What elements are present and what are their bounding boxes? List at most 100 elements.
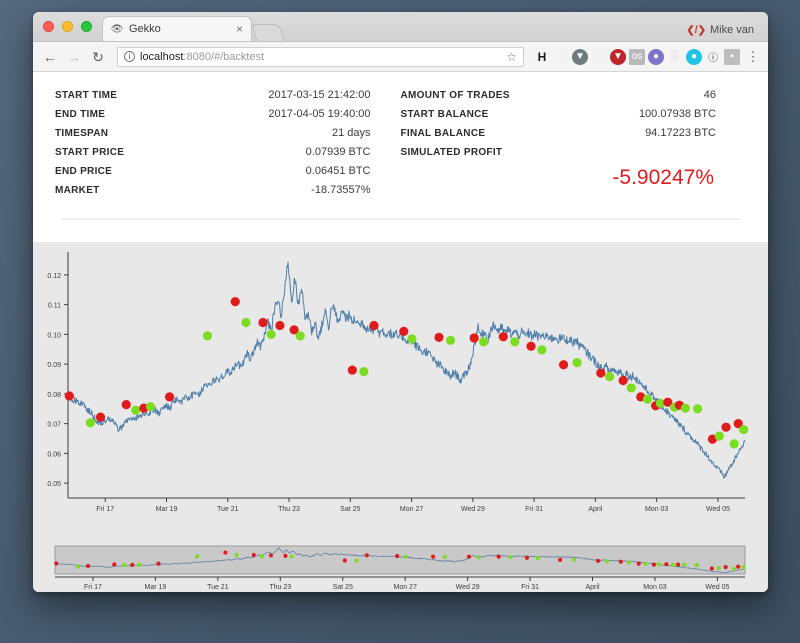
- pocket-extension-icon[interactable]: ▼: [572, 48, 588, 65]
- os-extension-icon[interactable]: os: [629, 48, 645, 65]
- sell-marker[interactable]: [596, 368, 606, 378]
- buy-marker[interactable]: [682, 562, 687, 567]
- buy-marker[interactable]: [266, 329, 276, 339]
- sell-marker[interactable]: [709, 566, 714, 571]
- page-info-icon[interactable]: i: [124, 51, 135, 62]
- cyan-circle-extension-icon[interactable]: ●: [686, 48, 702, 65]
- buy-marker[interactable]: [694, 562, 699, 568]
- buy-marker[interactable]: [571, 557, 576, 562]
- sell-marker[interactable]: [112, 562, 117, 567]
- sell-marker[interactable]: [496, 554, 501, 559]
- sell-marker[interactable]: [595, 558, 601, 563]
- buy-marker[interactable]: [535, 556, 541, 561]
- buy-marker[interactable]: [626, 383, 636, 393]
- buy-marker[interactable]: [537, 345, 547, 355]
- buy-marker[interactable]: [572, 358, 582, 368]
- sell-marker[interactable]: [675, 562, 681, 567]
- buy-marker[interactable]: [508, 555, 513, 560]
- sell-marker[interactable]: [223, 550, 228, 555]
- sell-marker[interactable]: [95, 412, 106, 422]
- sell-marker[interactable]: [736, 564, 741, 569]
- buy-marker[interactable]: [195, 554, 200, 559]
- sell-marker[interactable]: [618, 559, 623, 564]
- browser-tab[interactable]: 👁 Gekko ×: [102, 16, 252, 41]
- cat-extension-icon[interactable]: □: [591, 49, 607, 65]
- buy-marker[interactable]: [605, 372, 615, 382]
- buy-marker[interactable]: [137, 562, 142, 567]
- buy-marker[interactable]: [259, 554, 265, 559]
- reload-icon[interactable]: ↻: [89, 48, 107, 66]
- buy-marker[interactable]: [202, 331, 213, 341]
- buy-marker[interactable]: [295, 331, 305, 341]
- buy-marker[interactable]: [656, 562, 661, 567]
- buy-marker[interactable]: [510, 337, 520, 347]
- sell-marker[interactable]: [557, 557, 563, 562]
- adblock-shield-extension-icon[interactable]: ▼: [610, 48, 626, 65]
- sell-marker[interactable]: [64, 391, 74, 401]
- sell-marker[interactable]: [364, 553, 369, 558]
- sell-marker[interactable]: [342, 558, 347, 563]
- sell-marker[interactable]: [251, 552, 256, 558]
- buy-marker[interactable]: [145, 402, 156, 412]
- buy-marker[interactable]: [714, 431, 724, 441]
- buy-marker[interactable]: [289, 554, 294, 559]
- sell-marker[interactable]: [721, 422, 731, 432]
- sell-marker[interactable]: [558, 360, 569, 370]
- minimize-window-button[interactable]: [62, 20, 73, 32]
- info-extension-icon[interactable]: ⓘ: [705, 49, 721, 65]
- globe-extension-icon[interactable]: ●: [648, 48, 664, 65]
- buy-marker[interactable]: [131, 405, 141, 415]
- address-bar[interactable]: i localhost:8080/#/backtest ☆: [117, 46, 524, 67]
- sell-marker[interactable]: [431, 554, 436, 559]
- qrcode-extension-icon[interactable]: ▒: [667, 49, 683, 65]
- buy-marker[interactable]: [476, 555, 481, 560]
- honey-extension-icon[interactable]: H: [534, 49, 550, 65]
- navigator-selection-band[interactable]: [54, 545, 746, 575]
- sell-marker[interactable]: [664, 562, 669, 567]
- sell-marker[interactable]: [469, 333, 479, 343]
- close-window-button[interactable]: [43, 20, 54, 32]
- close-icon[interactable]: ×: [236, 23, 243, 35]
- sell-marker[interactable]: [275, 320, 285, 331]
- buy-marker[interactable]: [121, 563, 127, 568]
- sell-marker[interactable]: [347, 365, 357, 375]
- sell-marker[interactable]: [258, 317, 268, 328]
- faded-circle-extension-icon[interactable]: ◌: [553, 49, 569, 65]
- star-icon[interactable]: ☆: [506, 50, 517, 64]
- sell-marker[interactable]: [651, 562, 657, 567]
- buy-marker[interactable]: [716, 566, 721, 571]
- buy-marker[interactable]: [671, 562, 676, 567]
- buy-marker[interactable]: [680, 403, 691, 413]
- sell-marker[interactable]: [230, 297, 240, 307]
- sell-marker[interactable]: [723, 564, 728, 570]
- buy-marker[interactable]: [442, 554, 447, 560]
- sell-marker[interactable]: [54, 561, 59, 566]
- buy-marker[interactable]: [693, 404, 703, 414]
- back-arrow-icon[interactable]: ←: [41, 48, 59, 66]
- buy-marker[interactable]: [445, 335, 456, 345]
- buy-marker[interactable]: [642, 394, 653, 404]
- sell-marker[interactable]: [86, 563, 91, 569]
- sell-marker[interactable]: [526, 341, 536, 351]
- sell-marker[interactable]: [156, 561, 161, 566]
- buy-marker[interactable]: [403, 554, 408, 559]
- buy-marker[interactable]: [741, 565, 746, 570]
- buy-marker[interactable]: [241, 317, 251, 328]
- sell-marker[interactable]: [636, 561, 641, 566]
- range-navigator[interactable]: Fri 17 Mar 19 Tue 21 Thu 23 Sat 25 Mon 27 Wed …: [33, 544, 768, 592]
- sell-marker[interactable]: [268, 553, 274, 558]
- buy-marker[interactable]: [75, 564, 80, 569]
- buy-marker[interactable]: [643, 561, 648, 566]
- sell-marker[interactable]: [466, 554, 472, 559]
- zoom-window-button[interactable]: [81, 20, 92, 32]
- sell-marker[interactable]: [164, 392, 175, 402]
- buy-marker[interactable]: [479, 337, 489, 347]
- buy-marker[interactable]: [604, 559, 610, 564]
- buy-marker[interactable]: [85, 418, 95, 428]
- sell-marker[interactable]: [618, 375, 628, 386]
- sell-marker[interactable]: [121, 399, 131, 410]
- range-navigator-canvas[interactable]: Fri 17 Mar 19 Tue 21 Thu 23 Sat 25 Mon 27 Wed …: [33, 544, 768, 592]
- kebab-menu-icon[interactable]: ⋮: [746, 49, 760, 65]
- profile-chip[interactable]: ❮/❯ Mike van: [686, 24, 754, 36]
- new-tab-icon[interactable]: [251, 24, 285, 41]
